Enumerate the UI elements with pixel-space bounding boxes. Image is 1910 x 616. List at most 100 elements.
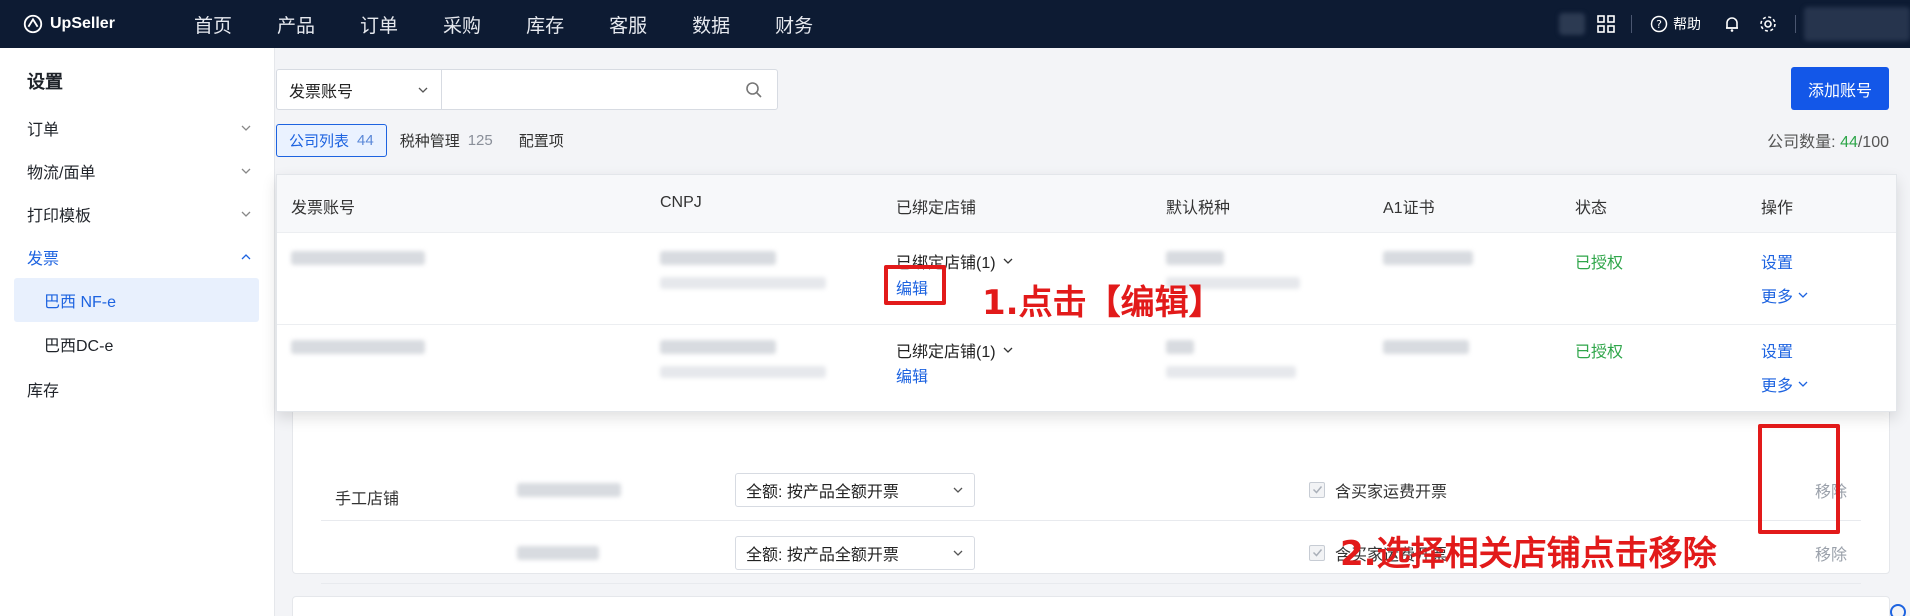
nav-item-products[interactable]: 产品 bbox=[277, 11, 315, 38]
brand-name: UpSeller bbox=[50, 15, 115, 32]
top-navigation-bar: UpSeller 首页 产品 订单 采购 库存 客服 数据 财务 ? 帮助 bbox=[0, 0, 1910, 48]
bound-stores-toggle[interactable]: 已绑定店铺(1) bbox=[896, 338, 1014, 362]
tab-company-list[interactable]: 公司列表 44 bbox=[276, 124, 387, 157]
sidebar-item-print-templates[interactable]: 打印模板 bbox=[27, 202, 252, 226]
settings-link[interactable]: 设置 bbox=[1761, 338, 1793, 362]
remove-store-link[interactable]: 移除 bbox=[1815, 541, 1847, 565]
sidebar-item-label: 打印模板 bbox=[27, 208, 92, 225]
column-header-default-tax: 默认税种 bbox=[1166, 200, 1231, 217]
more-actions-dropdown[interactable]: 更多 bbox=[1761, 372, 1809, 396]
status-badge: 已授权 bbox=[1575, 344, 1624, 361]
edit-bound-stores-link[interactable]: 编辑 bbox=[896, 363, 928, 387]
checkbox-checked-icon bbox=[1309, 481, 1325, 498]
status-badge: 已授权 bbox=[1575, 255, 1624, 272]
sidebar-item-label: 库存 bbox=[27, 383, 60, 400]
brand-logo[interactable]: UpSeller bbox=[22, 13, 172, 35]
blurred-store-name bbox=[517, 545, 599, 560]
blurred-company-name bbox=[660, 366, 826, 378]
tab-count: 44 bbox=[357, 132, 374, 149]
sidebar-subitem-brazil-dce[interactable]: 巴西DC-e bbox=[14, 322, 259, 366]
annotation-step-1: 1.点击【编辑】 bbox=[982, 283, 1223, 323]
header-divider-2 bbox=[1795, 15, 1796, 33]
blurred-cnpj bbox=[660, 340, 776, 354]
sidebar-subitem-brazil-nfe[interactable]: 巴西 NF-e bbox=[14, 278, 259, 322]
include-shipping-checkbox[interactable]: 含买家运费开票 bbox=[1309, 478, 1447, 502]
chevron-down-icon bbox=[953, 550, 963, 556]
sidebar-item-orders[interactable]: 订单 bbox=[27, 116, 252, 140]
tab-tax-management[interactable]: 税种管理 125 bbox=[387, 124, 506, 157]
more-actions-label: 更多 bbox=[1761, 378, 1794, 395]
settings-link[interactable]: 设置 bbox=[1761, 249, 1793, 273]
gear-icon[interactable] bbox=[1759, 15, 1777, 33]
help-button[interactable]: ? 帮助 bbox=[1650, 14, 1701, 34]
blurred-a1-certificate bbox=[1383, 340, 1469, 354]
nav-item-purchasing[interactable]: 采购 bbox=[443, 11, 481, 38]
nav-item-inventory[interactable]: 库存 bbox=[526, 11, 564, 38]
column-header-actions: 操作 bbox=[1761, 200, 1794, 217]
sidebar-item-label: 发票 bbox=[27, 251, 60, 268]
search-field-select[interactable]: 发票账号 bbox=[277, 70, 442, 109]
more-actions-dropdown[interactable]: 更多 bbox=[1761, 283, 1809, 307]
search-field-select-label: 发票账号 bbox=[289, 83, 354, 101]
search-button[interactable] bbox=[731, 70, 777, 109]
svg-text:?: ? bbox=[1656, 18, 1662, 31]
blurred-tax-name bbox=[1166, 366, 1296, 378]
blurred-invoice-account bbox=[291, 251, 425, 265]
floating-help-icon[interactable] bbox=[1890, 604, 1906, 616]
search-icon bbox=[746, 81, 762, 98]
company-count: 公司数量: 44/100 bbox=[1767, 128, 1889, 152]
help-label: 帮助 bbox=[1673, 16, 1701, 32]
tab-label: 税种管理 bbox=[399, 133, 460, 150]
table-header: 发票账号 CNPJ 已绑定店铺 默认税种 A1证书 状态 操作 bbox=[277, 175, 1896, 233]
tab-config[interactable]: 配置项 bbox=[506, 124, 577, 157]
blurred-invoice-account bbox=[291, 340, 425, 354]
invoice-mode-select[interactable]: 全额: 按产品全额开票 bbox=[735, 472, 975, 507]
annotation-step-2: 2.选择相关店铺点击移除 bbox=[1340, 534, 1717, 574]
nav-item-orders[interactable]: 订单 bbox=[360, 11, 398, 38]
blurred-store-name bbox=[517, 482, 621, 497]
apps-grid-icon[interactable] bbox=[1597, 15, 1615, 33]
search-bar: 发票账号 bbox=[276, 69, 778, 110]
upseller-logo-icon bbox=[23, 14, 43, 34]
annotation-box-remove bbox=[1758, 424, 1840, 534]
company-count-label: 公司数量: bbox=[1767, 134, 1836, 151]
invoice-mode-select[interactable]: 全额: 按产品全额开票 bbox=[735, 535, 975, 570]
invoice-mode-value: 全额: 按产品全额开票 bbox=[746, 546, 899, 564]
company-count-current: 44 bbox=[1840, 134, 1858, 151]
more-actions-label: 更多 bbox=[1761, 289, 1794, 306]
tab-label: 配置项 bbox=[518, 133, 564, 150]
add-account-button[interactable]: 添加账号 bbox=[1791, 67, 1889, 110]
bell-icon[interactable] bbox=[1723, 15, 1741, 33]
tab-bar: 公司列表 44 税种管理 125 配置项 bbox=[276, 124, 577, 157]
nav-item-home[interactable]: 首页 bbox=[194, 11, 232, 38]
tab-count: 125 bbox=[467, 132, 493, 149]
chevron-up-icon bbox=[241, 254, 251, 260]
blurred-default-tax bbox=[1166, 251, 1224, 265]
nav-item-finance[interactable]: 财务 bbox=[775, 11, 813, 38]
chevron-down-icon bbox=[1798, 292, 1808, 298]
sidebar-item-logistics[interactable]: 物流/面单 bbox=[27, 159, 252, 183]
question-circle-icon: ? bbox=[1650, 15, 1668, 33]
nav-item-data[interactable]: 数据 bbox=[692, 11, 730, 38]
blurred-cnpj bbox=[660, 251, 776, 265]
chevron-down-icon bbox=[241, 211, 251, 217]
include-shipping-label: 含买家运费开票 bbox=[1335, 483, 1448, 501]
tab-label: 公司列表 bbox=[289, 133, 350, 150]
sidebar-subitem-label: 巴西DC-e bbox=[44, 338, 114, 355]
header-actions: ? 帮助 bbox=[1559, 0, 1910, 48]
store-row: 全额: 按产品全额开票 含买家运费开票 移除 bbox=[321, 459, 1861, 521]
header-divider bbox=[1631, 15, 1632, 33]
bound-stores-count: 已绑定店铺(1) bbox=[896, 344, 996, 361]
table-row: 已绑定店铺(1) 编辑 已授权 设置 更多 bbox=[277, 326, 1896, 418]
sidebar-item-inventory[interactable]: 库存 bbox=[27, 377, 252, 401]
checkbox-checked-icon bbox=[1309, 544, 1325, 561]
chevron-down-icon bbox=[1003, 258, 1013, 264]
sidebar-item-label: 订单 bbox=[27, 122, 60, 139]
blurred-user-account[interactable] bbox=[1804, 7, 1910, 41]
sidebar-item-invoice[interactable]: 发票 bbox=[27, 245, 252, 269]
nav-item-customer-service[interactable]: 客服 bbox=[609, 11, 647, 38]
search-input[interactable] bbox=[442, 70, 731, 109]
blurred-shop-selector[interactable] bbox=[1559, 13, 1585, 35]
blurred-company-name bbox=[660, 277, 826, 289]
column-header-cnpj: CNPJ bbox=[660, 194, 702, 211]
